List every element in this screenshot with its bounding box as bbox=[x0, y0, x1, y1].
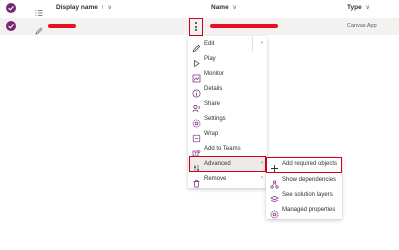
trash-icon bbox=[192, 175, 201, 188]
menu-item-play[interactable]: Play bbox=[188, 52, 267, 68]
pencil-icon bbox=[35, 22, 43, 35]
sort-asc-indicator: ↑ bbox=[100, 5, 104, 11]
submenu-item-label: Managed properties bbox=[282, 207, 336, 213]
row-type-value: Canvas App bbox=[347, 23, 377, 29]
gear-icon bbox=[192, 115, 201, 128]
column-name-label: Name bbox=[211, 4, 229, 11]
menu-item-details[interactable]: Details bbox=[188, 82, 267, 98]
menu-item-label: Edit bbox=[204, 41, 215, 47]
chevron-right-icon: › bbox=[261, 175, 263, 181]
grid-header: Display name ↑ ∨ Name ∨ Type ∨ bbox=[0, 0, 399, 17]
row-select-checkbox[interactable] bbox=[6, 21, 16, 31]
context-menu: Edit › Play Monitor Details Share Settin… bbox=[188, 36, 267, 188]
solution-components-view: Display name ↑ ∨ Name ∨ Type ∨ Canvas Ap bbox=[0, 0, 399, 250]
menu-item-label: Settings bbox=[204, 116, 226, 122]
teams-icon bbox=[192, 145, 201, 157]
menu-item-label: Remove bbox=[204, 176, 227, 182]
menu-item-monitor[interactable]: Monitor bbox=[188, 67, 267, 83]
menu-item-share[interactable]: Share bbox=[188, 97, 267, 113]
menu-item-wrap[interactable]: Wrap bbox=[188, 127, 267, 143]
add-required-objects-highlight bbox=[266, 157, 342, 173]
submenu-item-label: See solution layers bbox=[282, 192, 333, 198]
list-type-icon bbox=[35, 4, 43, 16]
menu-item-label: Add to Teams bbox=[204, 146, 241, 152]
gear-icon bbox=[270, 206, 279, 219]
submenu-item-see-solution-layers[interactable]: See solution layers bbox=[266, 188, 342, 203]
advanced-highlight bbox=[189, 156, 266, 172]
more-commands-highlight bbox=[189, 18, 203, 36]
column-name[interactable]: Name ∨ bbox=[211, 4, 237, 11]
share-icon bbox=[192, 100, 201, 113]
menu-item-label: Share bbox=[204, 101, 221, 107]
dependencies-icon bbox=[270, 176, 279, 189]
layers-icon bbox=[270, 191, 279, 203]
advanced-submenu: Add required objects Show dependencies S… bbox=[266, 157, 342, 219]
monitor-icon bbox=[192, 70, 201, 83]
info-icon bbox=[192, 85, 201, 98]
menu-item-label: Wrap bbox=[204, 131, 219, 137]
menu-item-settings[interactable]: Settings bbox=[188, 112, 267, 128]
wrap-icon bbox=[192, 130, 201, 143]
chevron-right-icon: › bbox=[261, 40, 263, 46]
select-all-checkbox[interactable] bbox=[6, 3, 16, 13]
pencil-icon bbox=[192, 40, 201, 53]
column-display-name-label: Display name bbox=[56, 4, 98, 11]
redacted-name bbox=[210, 24, 278, 28]
table-row[interactable]: Canvas App bbox=[0, 18, 399, 36]
submenu-item-managed-properties[interactable]: Managed properties bbox=[266, 203, 342, 219]
column-display-name[interactable]: Display name ↑ ∨ bbox=[56, 4, 112, 11]
menu-item-add-to-teams[interactable]: Add to Teams bbox=[188, 142, 267, 157]
menu-item-label: Details bbox=[204, 86, 223, 92]
submenu-item-label: Show dependencies bbox=[282, 177, 337, 183]
submenu-item-show-dependencies[interactable]: Show dependencies bbox=[266, 173, 342, 189]
column-type[interactable]: Type ∨ bbox=[347, 4, 370, 11]
chevron-down-icon: ∨ bbox=[232, 5, 237, 11]
chevron-down-icon: ∨ bbox=[365, 5, 370, 11]
menu-item-label: Monitor bbox=[204, 71, 225, 77]
check-icon bbox=[8, 6, 14, 11]
column-type-label: Type bbox=[347, 4, 362, 11]
play-icon bbox=[192, 55, 201, 68]
chevron-right-icon bbox=[252, 37, 253, 52]
menu-item-remove[interactable]: Remove › bbox=[188, 172, 267, 188]
menu-item-label: Play bbox=[204, 56, 216, 62]
menu-item-edit[interactable]: Edit › bbox=[188, 37, 267, 53]
check-icon bbox=[8, 24, 14, 29]
chevron-down-icon: ∨ bbox=[107, 5, 112, 11]
redacted-display-name bbox=[48, 24, 76, 28]
